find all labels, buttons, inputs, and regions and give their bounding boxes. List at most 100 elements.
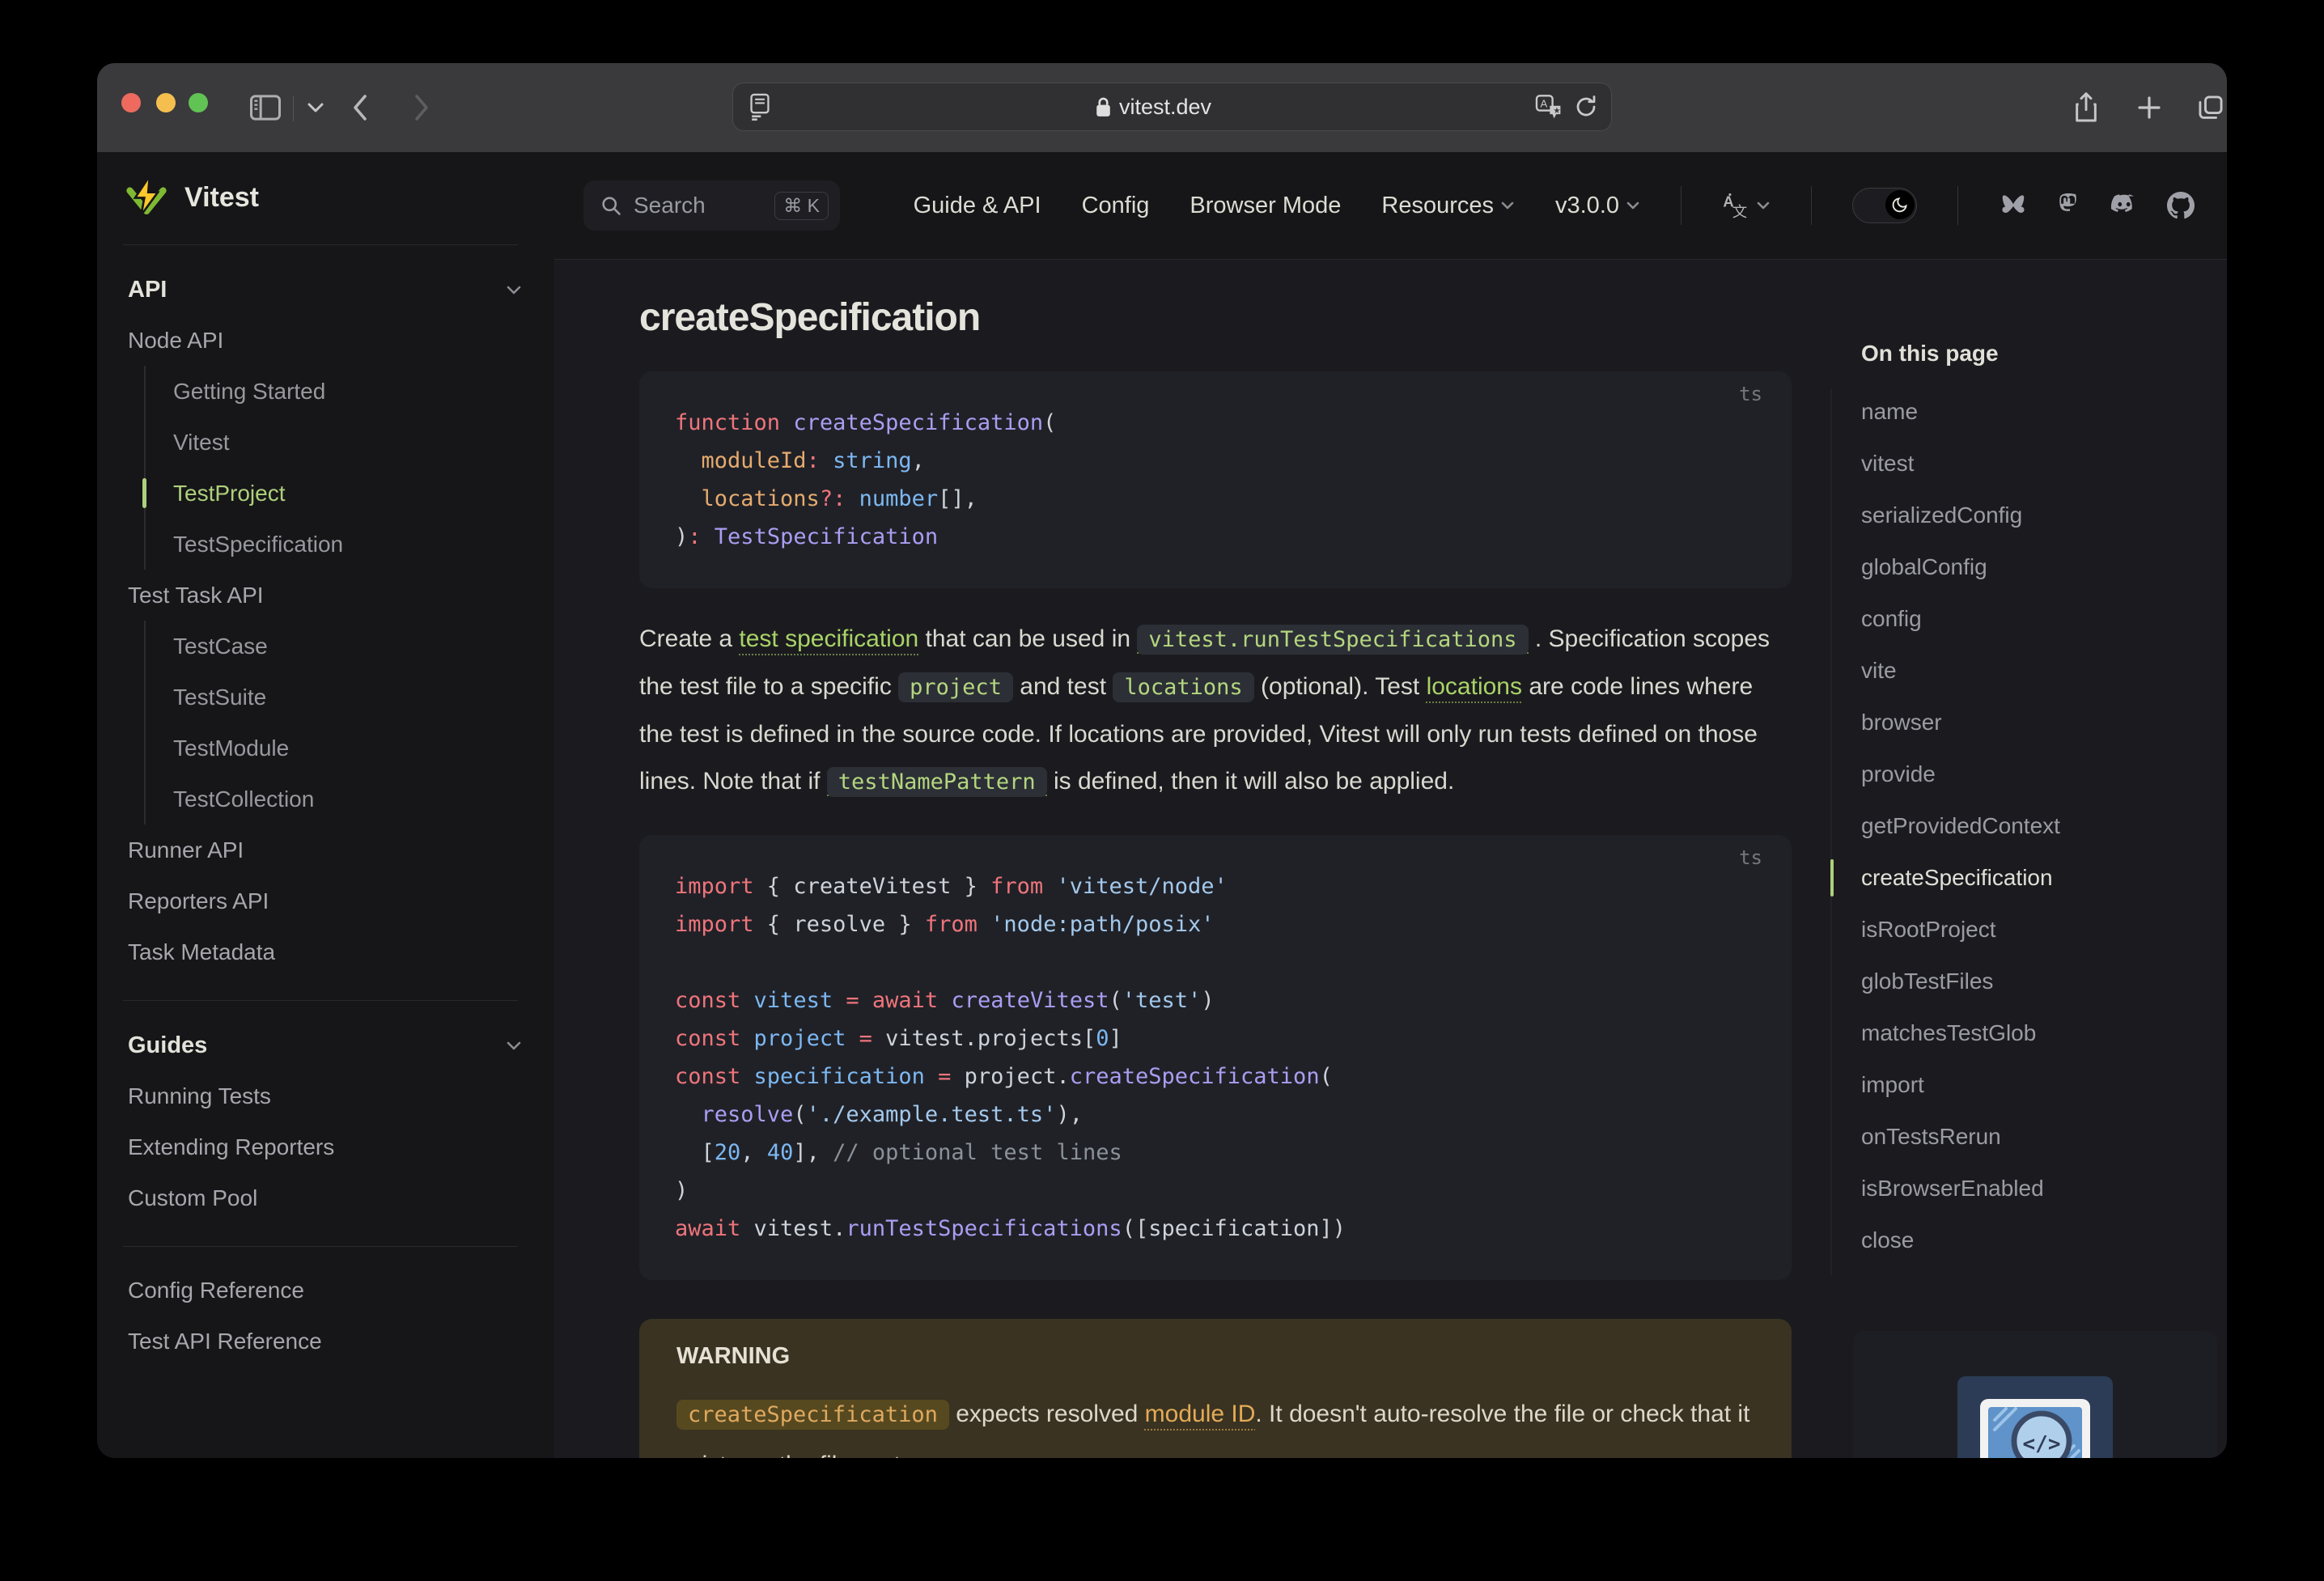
nav-link-config[interactable]: Config — [1082, 193, 1150, 219]
aside-item-close[interactable]: close — [1861, 1214, 2227, 1266]
code-token: 0 — [1096, 1026, 1109, 1051]
aside-item-name[interactable]: name — [1861, 386, 2227, 438]
code-token: moduleId — [701, 448, 807, 473]
tab-overview-button[interactable] — [2188, 63, 2227, 152]
sidebar-item-config-reference[interactable]: Config Reference — [97, 1265, 554, 1316]
sidebar-item-test-api-reference[interactable]: Test API Reference — [97, 1316, 554, 1367]
aside-guide-line — [1830, 389, 1832, 1275]
minimize-window-button[interactable] — [156, 93, 176, 112]
language-menu-button[interactable]: A 文 — [1722, 192, 1771, 219]
svg-text:★: ★ — [1553, 107, 1560, 116]
version-dropdown[interactable]: v3.0.0 — [1555, 193, 1640, 219]
sidebar-item-testcase[interactable]: TestCase — [173, 621, 554, 672]
sidebar-item-testmodule[interactable]: TestModule — [173, 723, 554, 774]
aside-item-browser[interactable]: browser — [1861, 697, 2227, 748]
share-button[interactable] — [2063, 63, 2109, 152]
sidebar-item-running-tests[interactable]: Running Tests — [97, 1070, 554, 1121]
sidebar-item-getting started[interactable]: Getting Started — [173, 366, 554, 417]
new-tab-button[interactable] — [2127, 63, 2172, 152]
sidebar-toggle-icon — [250, 95, 281, 121]
sidebar-item-testspecification[interactable]: TestSpecification — [173, 519, 554, 570]
brand-logo[interactable]: Vitest — [123, 173, 554, 222]
reload-icon[interactable] — [1574, 94, 1598, 120]
theme-toggle[interactable] — [1852, 188, 1917, 223]
aside-item-isbrowserenabled[interactable]: isBrowserEnabled — [1861, 1163, 2227, 1214]
code-token: // optional test lines — [833, 1140, 1122, 1165]
aside-item-vitest[interactable]: vitest — [1861, 438, 2227, 490]
ad-card[interactable]: </> — [1853, 1331, 2217, 1458]
page-title: createSpecification — [639, 296, 981, 339]
sidebar-menu-chevron-button[interactable] — [301, 63, 330, 152]
translate-icon[interactable]: A ★ — [1535, 94, 1563, 120]
aside-item-serializedconfig[interactable]: serializedConfig — [1861, 490, 2227, 541]
nav-links: Guide & API Config Browser Mode — [914, 193, 1342, 219]
aside-item-config[interactable]: config — [1861, 593, 2227, 645]
aside-item-getprovidedcontext[interactable]: getProvidedContext — [1861, 800, 2227, 852]
sidebar-toggle-button[interactable] — [248, 63, 283, 152]
warning-callout: WARNING createSpecification expects reso… — [639, 1319, 1792, 1458]
sidebar-item-vitest[interactable]: Vitest — [173, 417, 554, 468]
sidebar-item-test-task-api[interactable]: Test Task API — [97, 570, 554, 621]
sidebar-item-testproject[interactable]: TestProject — [142, 468, 554, 519]
sidebar-item-custom-pool[interactable]: Custom Pool — [97, 1172, 554, 1223]
sidebar-item-reporters-api[interactable]: Reporters API — [97, 875, 554, 926]
sidebar-item-extending-reporters[interactable]: Extending Reporters — [97, 1121, 554, 1172]
sidebar-section-api[interactable]: API — [97, 265, 554, 315]
reader-view-button[interactable] — [733, 93, 772, 121]
sidebar-item-node-api[interactable]: Node API — [97, 315, 554, 366]
sidebar-item-testcollection[interactable]: TestCollection — [173, 774, 554, 824]
search-kbd: ⌘ K — [774, 191, 829, 220]
mastodon-link[interactable] — [2055, 192, 2081, 219]
code-token: const — [675, 1064, 741, 1089]
aside-item-import[interactable]: import — [1861, 1059, 2227, 1111]
zoom-window-button[interactable] — [189, 93, 208, 112]
aside-item-globalconfig[interactable]: globalConfig — [1861, 541, 2227, 593]
code-token: ) — [1201, 988, 1215, 1013]
code-token: vitest — [753, 988, 833, 1013]
aside-item-ontestsrerun[interactable]: onTestsRerun — [1861, 1111, 2227, 1163]
sidebar-item-runner-api[interactable]: Runner API — [97, 824, 554, 875]
code-token: 'node:path/posix' — [990, 912, 1215, 937]
sidebar-item-testsuite[interactable]: TestSuite — [173, 672, 554, 723]
paragraph-text: (optional). Test — [1253, 673, 1427, 700]
module-id-link[interactable]: module ID — [1145, 1401, 1256, 1427]
code-token: createVitest — [951, 988, 1109, 1013]
doc-code-link[interactable]: testNamePattern — [826, 767, 1047, 797]
aside-item-vite[interactable]: vite — [1861, 645, 2227, 697]
bluesky-link[interactable] — [1999, 193, 2028, 218]
forward-button[interactable] — [403, 63, 440, 152]
doc-link[interactable]: locations — [1427, 673, 1522, 700]
sidebar-item-task-metadata[interactable]: Task Metadata — [97, 926, 554, 977]
resources-dropdown[interactable]: Resources — [1381, 193, 1515, 219]
url-field[interactable]: vitest.dev A ★ — [732, 83, 1612, 131]
search-icon — [602, 197, 621, 215]
sidebar-section-label: Guides — [128, 1032, 208, 1058]
code-token: from — [990, 874, 1044, 899]
aside-item-isrootproject[interactable]: isRootProject — [1861, 904, 2227, 956]
doc-code-link[interactable]: vitest.runTestSpecifications — [1137, 625, 1529, 655]
aside-item-createspecification[interactable]: createSpecification — [1861, 852, 2227, 904]
aside-item-matchestestglob[interactable]: matchesTestGlob — [1861, 1007, 2227, 1059]
discord-link[interactable] — [2109, 193, 2140, 218]
warning-body: createSpecification expects resolved mod… — [676, 1389, 1754, 1458]
nav-link-guide-api[interactable]: Guide & API — [914, 193, 1041, 219]
aside-item-provide[interactable]: provide — [1861, 748, 2227, 800]
discord-icon — [2110, 194, 2134, 213]
sidebar-section-guides[interactable]: Guides — [97, 1020, 554, 1070]
nav-link-browser-mode[interactable]: Browser Mode — [1190, 193, 1341, 219]
tabs-icon — [2199, 95, 2223, 119]
version-label: v3.0.0 — [1555, 192, 1619, 218]
close-window-button[interactable] — [121, 93, 141, 112]
doc-link[interactable]: test specification — [739, 625, 918, 652]
aside-item-globtestfiles[interactable]: globTestFiles — [1861, 956, 2227, 1007]
search-button[interactable]: Search ⌘ K — [583, 180, 840, 231]
github-link[interactable] — [2167, 192, 2195, 219]
back-button[interactable] — [341, 63, 379, 152]
reader-view-icon — [750, 93, 770, 121]
forward-chevron-icon — [415, 95, 428, 121]
code-token: number — [859, 486, 939, 511]
